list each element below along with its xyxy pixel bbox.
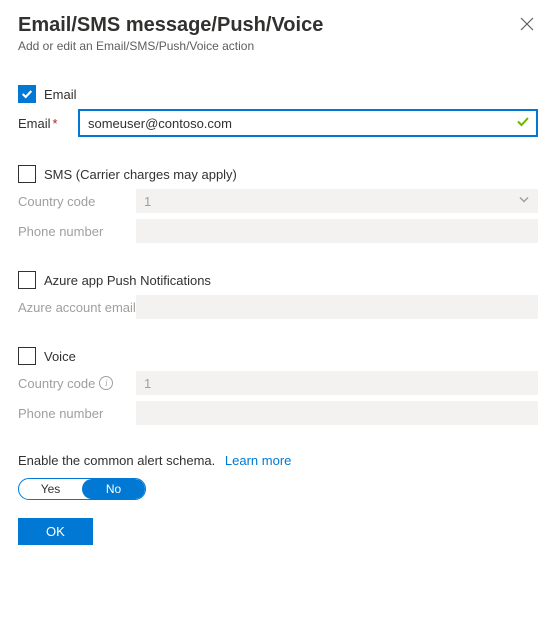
dialog-title: Email/SMS message/Push/Voice xyxy=(18,14,323,37)
voice-section: Voice Country code i 1 Phone number xyxy=(18,347,538,425)
sms-country-code-label: Country code xyxy=(18,194,128,209)
sms-checkbox[interactable] xyxy=(18,165,36,183)
sms-phone-label: Phone number xyxy=(18,224,128,239)
voice-checkbox[interactable] xyxy=(18,347,36,365)
sms-phone-input xyxy=(136,219,538,243)
ok-button[interactable]: OK xyxy=(18,518,93,545)
email-field-label: Email* xyxy=(18,116,70,131)
sms-country-code-select: 1 xyxy=(136,189,538,213)
email-section: Email Email* xyxy=(18,85,538,137)
checkmark-icon xyxy=(21,88,33,100)
voice-country-code-label: Country code i xyxy=(18,376,128,391)
schema-row: Enable the common alert schema. Learn mo… xyxy=(18,453,538,468)
close-button[interactable] xyxy=(516,14,538,36)
email-checkbox[interactable] xyxy=(18,85,36,103)
sms-checkbox-label: SMS (Carrier charges may apply) xyxy=(44,167,237,182)
push-checkbox-label: Azure app Push Notifications xyxy=(44,273,211,288)
voice-country-code-input: 1 xyxy=(136,371,538,395)
dialog-subtitle: Add or edit an Email/SMS/Push/Voice acti… xyxy=(18,39,323,53)
valid-checkmark-icon xyxy=(516,115,530,132)
email-checkbox-label: Email xyxy=(44,87,77,102)
voice-phone-input xyxy=(136,401,538,425)
push-checkbox[interactable] xyxy=(18,271,36,289)
schema-text: Enable the common alert schema. xyxy=(18,453,215,468)
required-asterisk: * xyxy=(53,116,58,131)
push-section: Azure app Push Notifications Azure accou… xyxy=(18,271,538,319)
toggle-no[interactable]: No xyxy=(82,479,145,499)
chevron-down-icon xyxy=(518,194,530,209)
toggle-yes[interactable]: Yes xyxy=(19,479,82,499)
voice-phone-label: Phone number xyxy=(18,406,128,421)
close-icon xyxy=(520,17,534,31)
push-account-input xyxy=(136,295,538,319)
schema-toggle[interactable]: Yes No xyxy=(18,478,146,500)
learn-more-link[interactable]: Learn more xyxy=(225,453,291,468)
push-account-label: Azure account email i xyxy=(18,300,128,315)
info-icon: i xyxy=(99,376,113,390)
sms-section: SMS (Carrier charges may apply) Country … xyxy=(18,165,538,243)
voice-checkbox-label: Voice xyxy=(44,349,76,364)
email-input[interactable] xyxy=(78,109,538,137)
